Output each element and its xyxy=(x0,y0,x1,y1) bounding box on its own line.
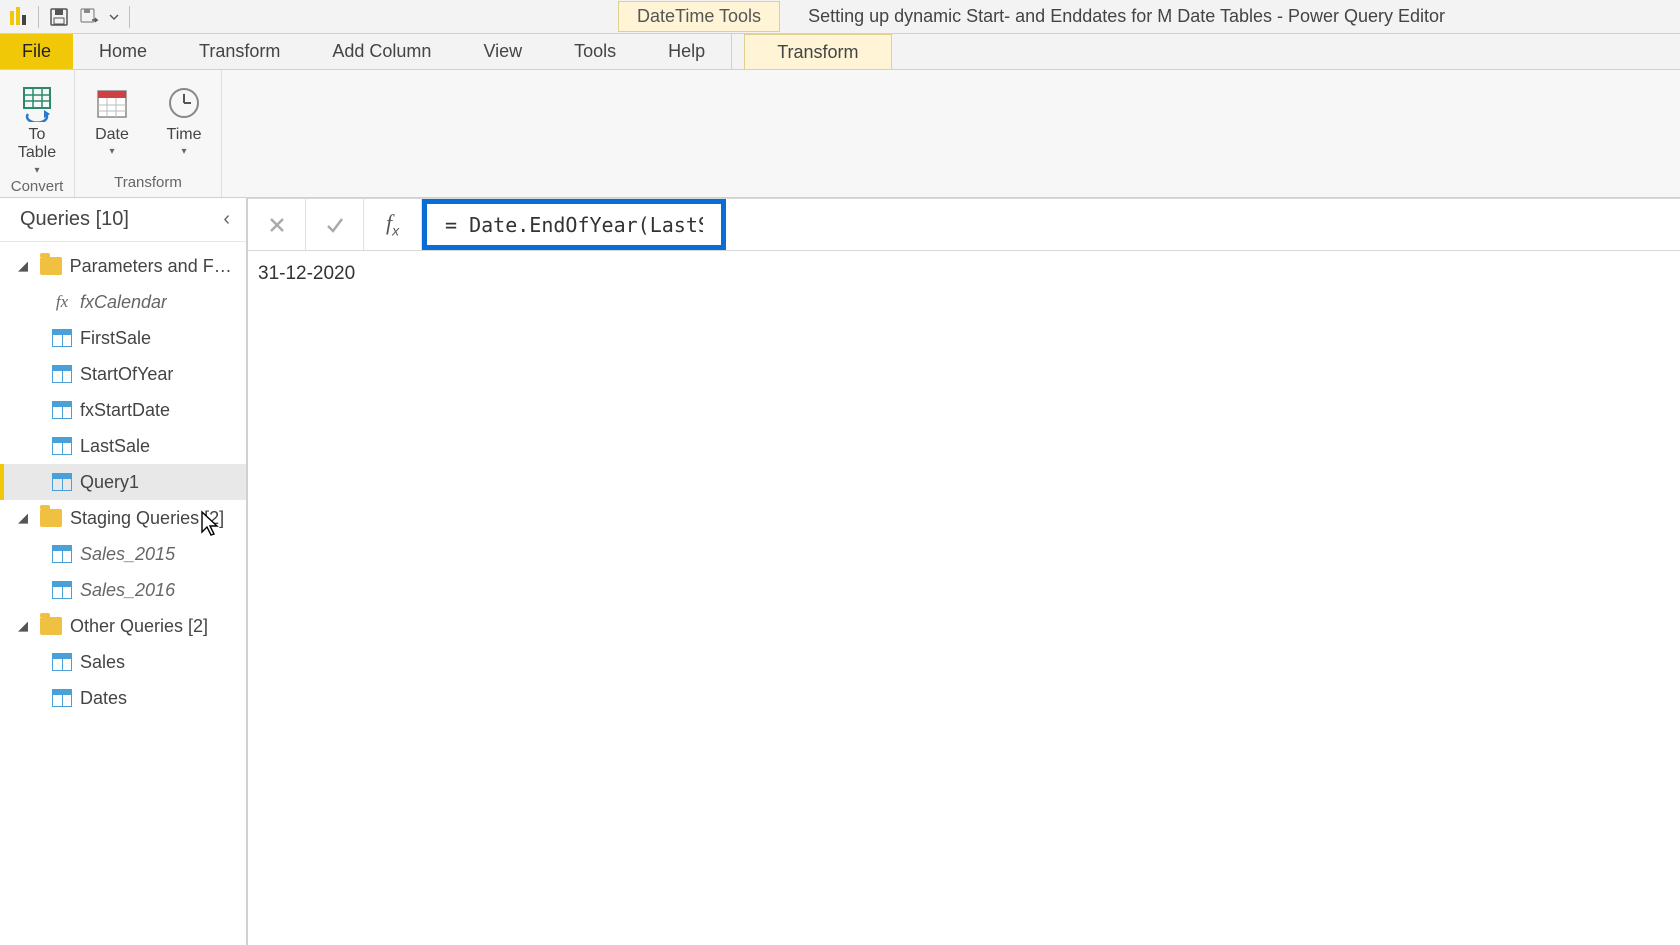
tree-item[interactable]: fx fxCalendar xyxy=(0,284,246,320)
chevron-down-icon: ▾ xyxy=(34,165,39,176)
formula-input[interactable] xyxy=(445,213,703,237)
tab-separator xyxy=(731,34,732,69)
folder-label: Staging Queries [2] xyxy=(70,508,224,529)
ribbon-group-convert: To Table ▾ Convert xyxy=(0,70,75,197)
tree-item[interactable]: StartOfYear xyxy=(0,356,246,392)
ribbon: To Table ▾ Convert Date xyxy=(0,70,1680,198)
table-icon xyxy=(52,437,72,455)
twisty-icon: ◢ xyxy=(18,258,32,274)
to-table-icon xyxy=(16,82,58,124)
tree-folder[interactable]: ◢ Other Queries [2] xyxy=(0,608,246,644)
tab-view[interactable]: View xyxy=(457,34,548,69)
queries-title: Queries [10] xyxy=(20,208,129,231)
tab-help[interactable]: Help xyxy=(642,34,731,69)
clock-icon xyxy=(163,82,205,124)
folder-icon xyxy=(40,509,62,527)
tab-file[interactable]: File xyxy=(0,34,73,69)
calendar-icon xyxy=(91,82,133,124)
tree-item[interactable]: fxStartDate xyxy=(0,392,246,428)
formula-bar-remainder[interactable] xyxy=(726,199,1680,250)
tab-transform[interactable]: Transform xyxy=(173,34,306,69)
tree-item[interactable]: Sales_2016 xyxy=(0,572,246,608)
chevron-down-icon: ▾ xyxy=(109,146,114,157)
folder-icon xyxy=(40,257,62,275)
formula-input-highlight xyxy=(422,199,726,250)
fx-icon[interactable]: fx xyxy=(364,199,422,250)
queries-tree: ◢ Parameters and Fu… fx fxCalendar FirstSal… xyxy=(0,242,246,722)
tree-item-label: Sales xyxy=(80,652,125,673)
tree-item-label: LastSale xyxy=(80,436,150,457)
to-table-button[interactable]: To Table ▾ xyxy=(10,82,64,176)
qat-separator xyxy=(129,6,130,28)
table-icon xyxy=(52,473,72,491)
tab-context-transform[interactable]: Transform xyxy=(744,34,891,69)
date-button[interactable]: Date ▾ xyxy=(85,82,139,157)
title-center: DateTime Tools Setting up dynamic Start-… xyxy=(618,1,1445,32)
cancel-formula-icon[interactable] xyxy=(248,199,306,250)
qat-separator xyxy=(38,6,39,28)
table-icon xyxy=(52,581,72,599)
table-icon xyxy=(52,329,72,347)
title-bar: DateTime Tools Setting up dynamic Start-… xyxy=(0,0,1680,34)
tab-tools[interactable]: Tools xyxy=(548,34,642,69)
formula-bar: fx xyxy=(248,199,1680,251)
function-icon: fx xyxy=(52,292,72,312)
tree-item-label: Sales_2016 xyxy=(80,580,175,601)
tree-item-label: FirstSale xyxy=(80,328,151,349)
app-icon xyxy=(4,3,32,31)
ribbon-group-transform-label: Transform xyxy=(114,172,182,195)
table-icon xyxy=(52,401,72,419)
folder-label: Other Queries [2] xyxy=(70,616,208,637)
tree-item-label: fxStartDate xyxy=(80,400,170,421)
save-icon[interactable] xyxy=(45,3,73,31)
contextual-tab-header: DateTime Tools xyxy=(618,1,780,32)
quick-access-toolbar xyxy=(0,3,138,31)
twisty-icon: ◢ xyxy=(18,510,32,526)
folder-icon xyxy=(40,617,62,635)
result-value: 31-12-2020 xyxy=(248,251,1680,297)
commit-formula-icon[interactable] xyxy=(306,199,364,250)
main-area: Queries [10] ‹ ◢ Parameters and Fu…fxfxC… xyxy=(0,198,1680,945)
ribbon-tabs: File Home Transform Add Column View Tool… xyxy=(0,34,1680,70)
table-icon xyxy=(52,689,72,707)
folder-label: Parameters and Fu… xyxy=(70,256,240,277)
chevron-down-icon: ▾ xyxy=(181,146,186,157)
to-table-label: To Table xyxy=(18,126,56,163)
table-icon xyxy=(52,545,72,563)
tree-folder[interactable]: ◢ Parameters and Fu… xyxy=(0,248,246,284)
tree-item[interactable]: Dates xyxy=(0,680,246,716)
tab-home[interactable]: Home xyxy=(73,34,173,69)
tree-folder[interactable]: ◢ Staging Queries [2] xyxy=(0,500,246,536)
tree-item[interactable]: FirstSale xyxy=(0,320,246,356)
tree-item-label: StartOfYear xyxy=(80,364,173,385)
date-label: Date xyxy=(95,126,129,144)
queries-header: Queries [10] ‹ xyxy=(0,198,246,242)
window-title: Setting up dynamic Start- and Enddates f… xyxy=(808,6,1445,27)
ribbon-group-transform: Date ▾ Time ▾ Transform xyxy=(75,70,222,197)
tree-item-label: Sales_2015 xyxy=(80,544,175,565)
tree-item-label: fxCalendar xyxy=(80,292,167,313)
tree-item-label: Query1 xyxy=(80,472,139,493)
tree-item-label: Dates xyxy=(80,688,127,709)
tree-item[interactable]: LastSale xyxy=(0,428,246,464)
collapse-pane-icon[interactable]: ‹ xyxy=(217,208,236,231)
content-area: fx 31-12-2020 xyxy=(248,198,1680,945)
ribbon-group-convert-label: Convert xyxy=(11,176,64,199)
save-as-icon[interactable] xyxy=(75,3,103,31)
tab-add-column[interactable]: Add Column xyxy=(306,34,457,69)
time-label: Time xyxy=(167,126,202,144)
table-icon xyxy=(52,365,72,383)
time-button[interactable]: Time ▾ xyxy=(157,82,211,157)
tree-item[interactable]: Sales_2015 xyxy=(0,536,246,572)
qat-dropdown-icon[interactable] xyxy=(105,3,123,31)
tree-item[interactable]: Query1 xyxy=(0,464,246,500)
tree-item[interactable]: Sales xyxy=(0,644,246,680)
table-icon xyxy=(52,653,72,671)
twisty-icon: ◢ xyxy=(18,618,32,634)
queries-pane: Queries [10] ‹ ◢ Parameters and Fu… fxfxC… xyxy=(0,198,248,945)
